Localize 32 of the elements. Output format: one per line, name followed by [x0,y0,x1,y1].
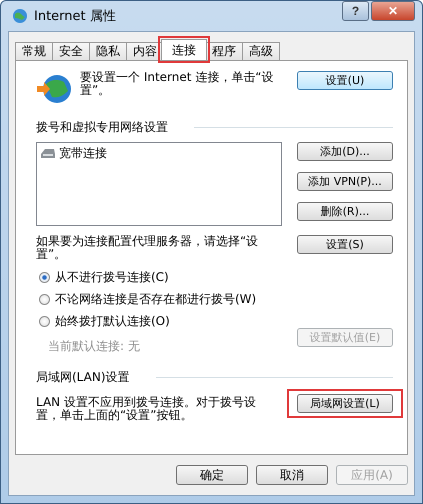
lan-description: LAN 设置不应用到拨号连接。对于拨号设置，单击上面的“设置”按钮。 [36,396,257,422]
tab[interactable]: 高级 [242,42,280,60]
section-heading: 局域网(LAN)设置 [36,369,130,386]
tab[interactable]: 隐私 [89,42,127,60]
dialog-button[interactable]: 取消 [256,465,328,485]
setup-button[interactable]: 设置(U) [297,71,393,90]
connection-list[interactable]: 宽带连接 [36,142,282,226]
section-heading: 拨号和虚拟专用网络设置 [36,119,168,136]
connection-item[interactable]: 宽带连接 [37,143,110,164]
modem-icon [40,148,56,160]
radio-option[interactable]: 不论网络连接是否存在都进行拨号(W) [39,291,393,308]
setup-description: 要设置一个 Internet 连接，单击“设置”。 [80,71,274,97]
globe-icon [12,8,28,24]
tab[interactable]: 安全 [52,42,90,60]
proxy-settings-button[interactable]: 设置(S) [297,235,393,254]
window-title: Internet 属性 [34,8,116,25]
default-connection-label: 当前默认连接: 无 [47,338,140,355]
radio-option[interactable]: 从不进行拨号连接(C) [39,269,393,286]
lan-settings-button[interactable]: 局域网设置(L) [297,394,393,413]
help-button[interactable]: ? [342,1,369,21]
radio-icon[interactable] [39,316,50,327]
radio-icon[interactable] [39,272,50,283]
dialup-button[interactable]: 删除(R)... [297,202,393,221]
tab[interactable]: 常规 [15,42,53,60]
radio-option[interactable]: 始终拨打默认连接(O) [39,313,393,330]
globe-icon [36,73,72,105]
dialup-button[interactable]: 添加(D)... [297,142,393,161]
tab[interactable]: 连接 [161,39,207,60]
radio-icon[interactable] [39,294,50,305]
dialog-button[interactable]: 确定 [176,465,248,485]
proxy-description: 如果要为连接配置代理服务器，请选择“设置”。 [36,235,260,261]
dialup-button[interactable]: 添加 VPN(P)... [297,172,393,191]
